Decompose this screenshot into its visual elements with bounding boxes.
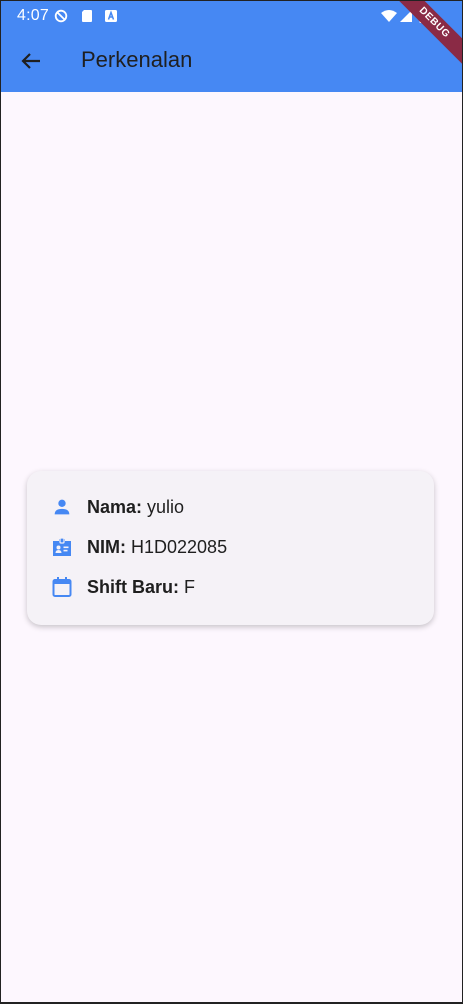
shift-label: Shift Baru:: [87, 576, 179, 597]
profile-card: Nama: yulio NIM: H1D022085 Shift Baru: F: [27, 471, 434, 625]
sd-card-icon: [80, 9, 94, 23]
person-icon: [49, 494, 75, 520]
app-bar: 4:07 Perkenalan: [0, 0, 463, 92]
vpn-icon: [54, 9, 68, 23]
nim-label: NIM:: [87, 536, 126, 557]
badge-icon: [49, 534, 75, 560]
shift-row: Shift Baru: F: [49, 574, 195, 600]
back-button[interactable]: [16, 46, 46, 76]
nim-row: NIM: H1D022085: [49, 534, 227, 560]
shift-value: F: [184, 576, 195, 597]
nim-value: H1D022085: [131, 536, 228, 557]
page-title: Perkenalan: [81, 47, 193, 72]
status-bar: 4:07: [0, 0, 463, 32]
name-label: Nama:: [87, 496, 143, 517]
calendar-icon: [49, 574, 75, 600]
name-value: yulio: [147, 496, 185, 517]
name-row: Nama: yulio: [49, 494, 184, 520]
status-time: 4:07: [17, 7, 49, 24]
arrow-back-icon: [21, 53, 40, 69]
a-icon: [104, 9, 118, 23]
wifi-icon: [380, 9, 398, 23]
